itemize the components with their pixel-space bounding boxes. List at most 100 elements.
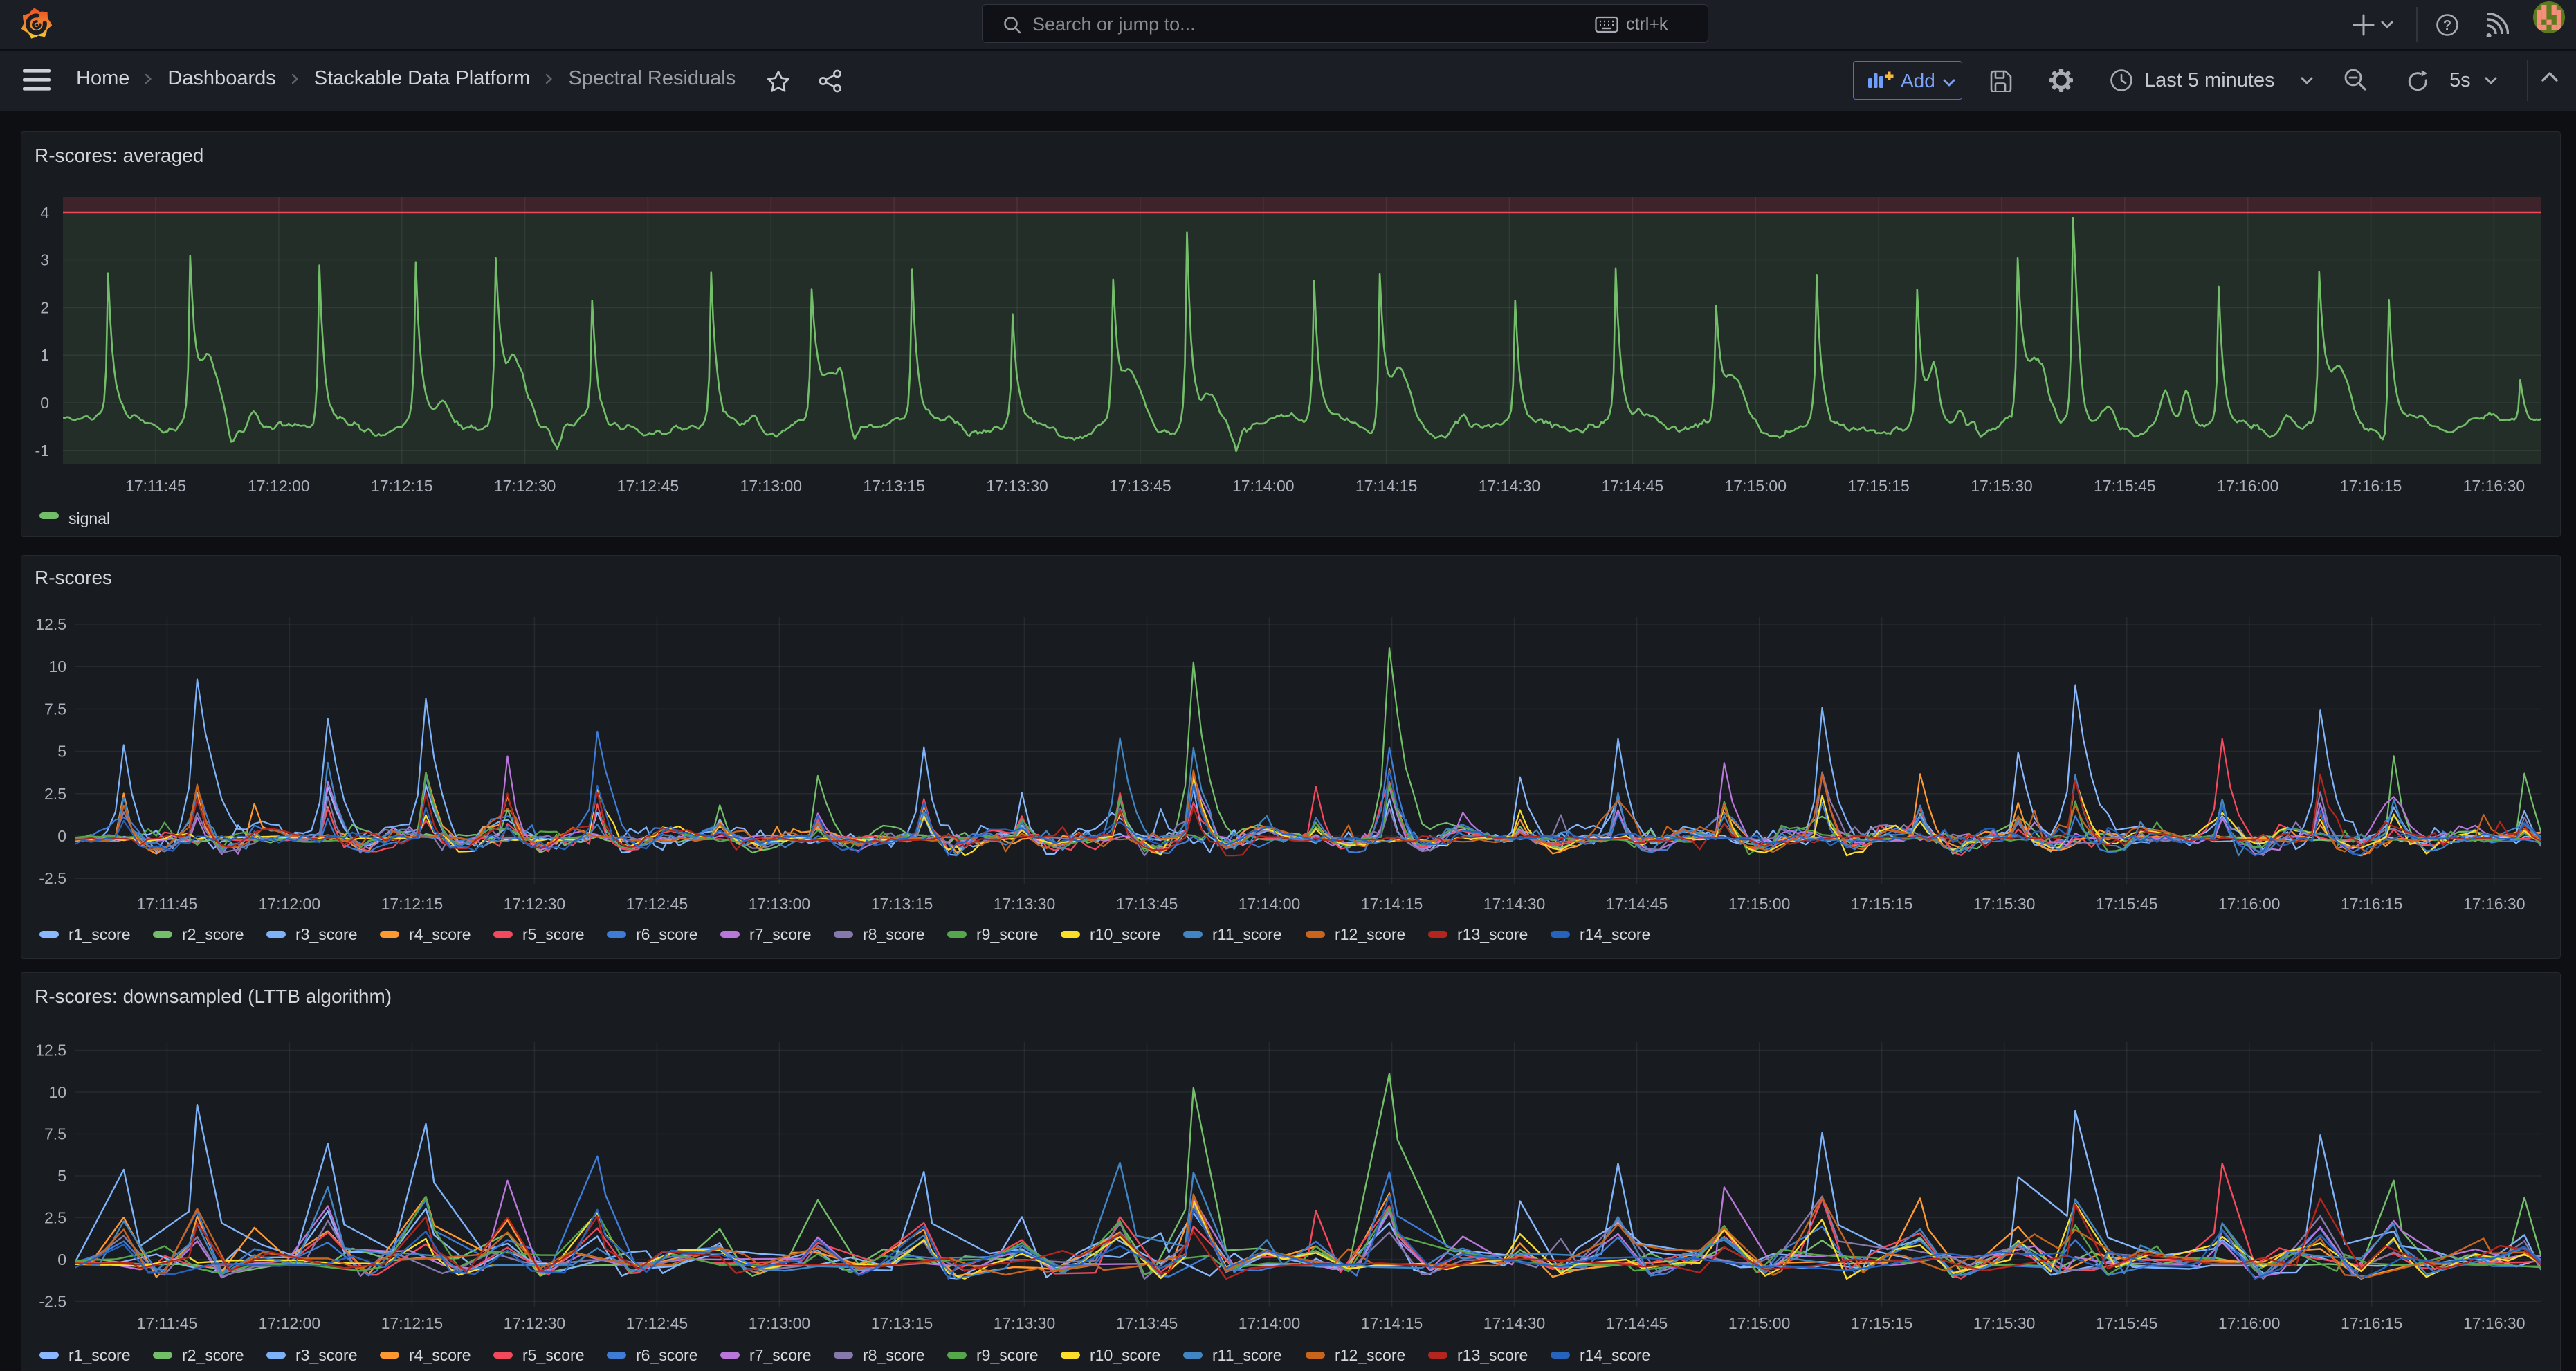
svg-text:r5_score: r5_score <box>522 925 584 943</box>
svg-text:r12_score: r12_score <box>1335 925 1405 943</box>
svg-text:R-scores: R-scores <box>35 567 112 588</box>
svg-text:5: 5 <box>57 1167 66 1185</box>
svg-text:17:13:45: 17:13:45 <box>1109 477 1171 495</box>
svg-text:7.5: 7.5 <box>44 700 66 718</box>
svg-text:17:12:30: 17:12:30 <box>504 895 566 913</box>
svg-text:17:15:15: 17:15:15 <box>1847 477 1910 495</box>
svg-text:?: ? <box>2443 18 2451 33</box>
svg-text:12.5: 12.5 <box>35 1042 66 1060</box>
svg-text:17:12:45: 17:12:45 <box>626 895 688 913</box>
svg-text:r2_score: r2_score <box>182 925 244 943</box>
svg-text:12.5: 12.5 <box>35 615 66 633</box>
svg-text:17:13:15: 17:13:15 <box>871 1314 933 1332</box>
svg-text:17:15:45: 17:15:45 <box>2096 1314 2158 1332</box>
svg-text:17:16:00: 17:16:00 <box>2218 1314 2281 1332</box>
svg-text:r9_score: r9_score <box>976 925 1038 943</box>
svg-text:2.5: 2.5 <box>44 1209 66 1227</box>
svg-text:17:15:15: 17:15:15 <box>1851 1314 1913 1332</box>
svg-text:17:12:00: 17:12:00 <box>248 477 310 495</box>
svg-text:17:13:30: 17:13:30 <box>994 1314 1056 1332</box>
svg-text:17:14:15: 17:14:15 <box>1361 895 1423 913</box>
svg-text:r4_score: r4_score <box>409 1346 471 1364</box>
svg-text:signal: signal <box>68 509 110 527</box>
svg-text:17:12:15: 17:12:15 <box>371 477 433 495</box>
svg-text:17:14:15: 17:14:15 <box>1361 1314 1423 1332</box>
svg-text:17:12:15: 17:12:15 <box>381 1314 444 1332</box>
svg-text:R-scores: downsampled (LTTB al: R-scores: downsampled (LTTB algorithm) <box>35 986 392 1007</box>
svg-text:17:13:15: 17:13:15 <box>871 895 933 913</box>
svg-text:17:15:30: 17:15:30 <box>1973 895 2036 913</box>
svg-text:r7_score: r7_score <box>749 925 811 943</box>
svg-text:4: 4 <box>40 203 49 221</box>
svg-text:17:15:30: 17:15:30 <box>1971 477 2033 495</box>
svg-text:r10_score: r10_score <box>1090 1346 1160 1364</box>
svg-text:17:11:45: 17:11:45 <box>136 1314 197 1332</box>
svg-text:17:14:45: 17:14:45 <box>1602 477 1664 495</box>
svg-text:17:14:00: 17:14:00 <box>1232 477 1295 495</box>
svg-text:17:11:45: 17:11:45 <box>136 895 197 913</box>
svg-text:17:14:30: 17:14:30 <box>1483 1314 1546 1332</box>
svg-text:r1_score: r1_score <box>68 1346 130 1364</box>
svg-text:17:15:00: 17:15:00 <box>1728 895 1791 913</box>
svg-text:17:16:00: 17:16:00 <box>2217 477 2279 495</box>
svg-text:17:16:30: 17:16:30 <box>2463 477 2525 495</box>
svg-text:17:13:15: 17:13:15 <box>863 477 925 495</box>
svg-text:7.5: 7.5 <box>44 1125 66 1143</box>
svg-text:r3_score: r3_score <box>295 925 357 943</box>
svg-text:r11_score: r11_score <box>1212 1346 1282 1364</box>
svg-text:0: 0 <box>40 394 49 412</box>
svg-text:17:15:45: 17:15:45 <box>2094 477 2156 495</box>
svg-text:r14_score: r14_score <box>1580 1346 1650 1364</box>
svg-text:17:12:30: 17:12:30 <box>494 477 556 495</box>
svg-text:17:13:00: 17:13:00 <box>749 1314 811 1332</box>
svg-text:r10_score: r10_score <box>1090 925 1160 943</box>
svg-text:-2.5: -2.5 <box>39 1293 66 1311</box>
svg-text:r11_score: r11_score <box>1212 925 1282 943</box>
svg-text:17:13:30: 17:13:30 <box>994 895 1056 913</box>
svg-text:17:15:30: 17:15:30 <box>1973 1314 2036 1332</box>
svg-text:r14_score: r14_score <box>1580 925 1650 943</box>
svg-text:17:12:00: 17:12:00 <box>259 1314 321 1332</box>
svg-text:17:14:15: 17:14:15 <box>1355 477 1418 495</box>
svg-text:17:16:15: 17:16:15 <box>2340 477 2402 495</box>
svg-text:0: 0 <box>57 1251 66 1269</box>
svg-text:17:14:45: 17:14:45 <box>1606 895 1668 913</box>
svg-text:r8_score: r8_score <box>863 1346 924 1364</box>
svg-text:r5_score: r5_score <box>522 1346 584 1364</box>
svg-text:10: 10 <box>48 1083 66 1101</box>
svg-text:1: 1 <box>40 346 49 364</box>
svg-text:17:12:00: 17:12:00 <box>259 895 321 913</box>
svg-text:17:15:15: 17:15:15 <box>1851 895 1913 913</box>
svg-text:r1_score: r1_score <box>68 925 130 943</box>
svg-text:-1: -1 <box>35 442 49 460</box>
svg-text:r6_score: r6_score <box>636 925 697 943</box>
svg-text:17:16:00: 17:16:00 <box>2218 895 2281 913</box>
svg-text:17:14:45: 17:14:45 <box>1606 1314 1668 1332</box>
svg-text:17:14:00: 17:14:00 <box>1239 1314 1301 1332</box>
svg-text:17:14:30: 17:14:30 <box>1479 477 1541 495</box>
svg-text:r13_score: r13_score <box>1457 1346 1528 1364</box>
svg-text:r9_score: r9_score <box>976 1346 1038 1364</box>
svg-text:r2_score: r2_score <box>182 1346 244 1364</box>
svg-text:17:12:45: 17:12:45 <box>626 1314 688 1332</box>
svg-text:0: 0 <box>57 827 66 845</box>
svg-text:r7_score: r7_score <box>749 1346 811 1364</box>
svg-text:17:16:30: 17:16:30 <box>2463 895 2525 913</box>
svg-text:17:16:30: 17:16:30 <box>2463 1314 2525 1332</box>
svg-text:17:12:45: 17:12:45 <box>617 477 679 495</box>
svg-text:17:15:00: 17:15:00 <box>1724 477 1787 495</box>
svg-text:r8_score: r8_score <box>863 925 924 943</box>
svg-text:17:16:15: 17:16:15 <box>2341 895 2403 913</box>
svg-text:17:11:45: 17:11:45 <box>125 477 186 495</box>
svg-text:r13_score: r13_score <box>1457 925 1528 943</box>
svg-text:17:16:15: 17:16:15 <box>2341 1314 2403 1332</box>
svg-text:2: 2 <box>40 298 49 316</box>
svg-text:17:12:15: 17:12:15 <box>381 895 444 913</box>
svg-text:-2.5: -2.5 <box>39 869 66 887</box>
svg-text:17:15:45: 17:15:45 <box>2096 895 2158 913</box>
svg-text:17:13:30: 17:13:30 <box>986 477 1048 495</box>
svg-text:R-scores: averaged: R-scores: averaged <box>35 145 203 166</box>
svg-text:2.5: 2.5 <box>44 785 66 803</box>
svg-text:r4_score: r4_score <box>409 925 471 943</box>
svg-text:17:14:00: 17:14:00 <box>1239 895 1301 913</box>
